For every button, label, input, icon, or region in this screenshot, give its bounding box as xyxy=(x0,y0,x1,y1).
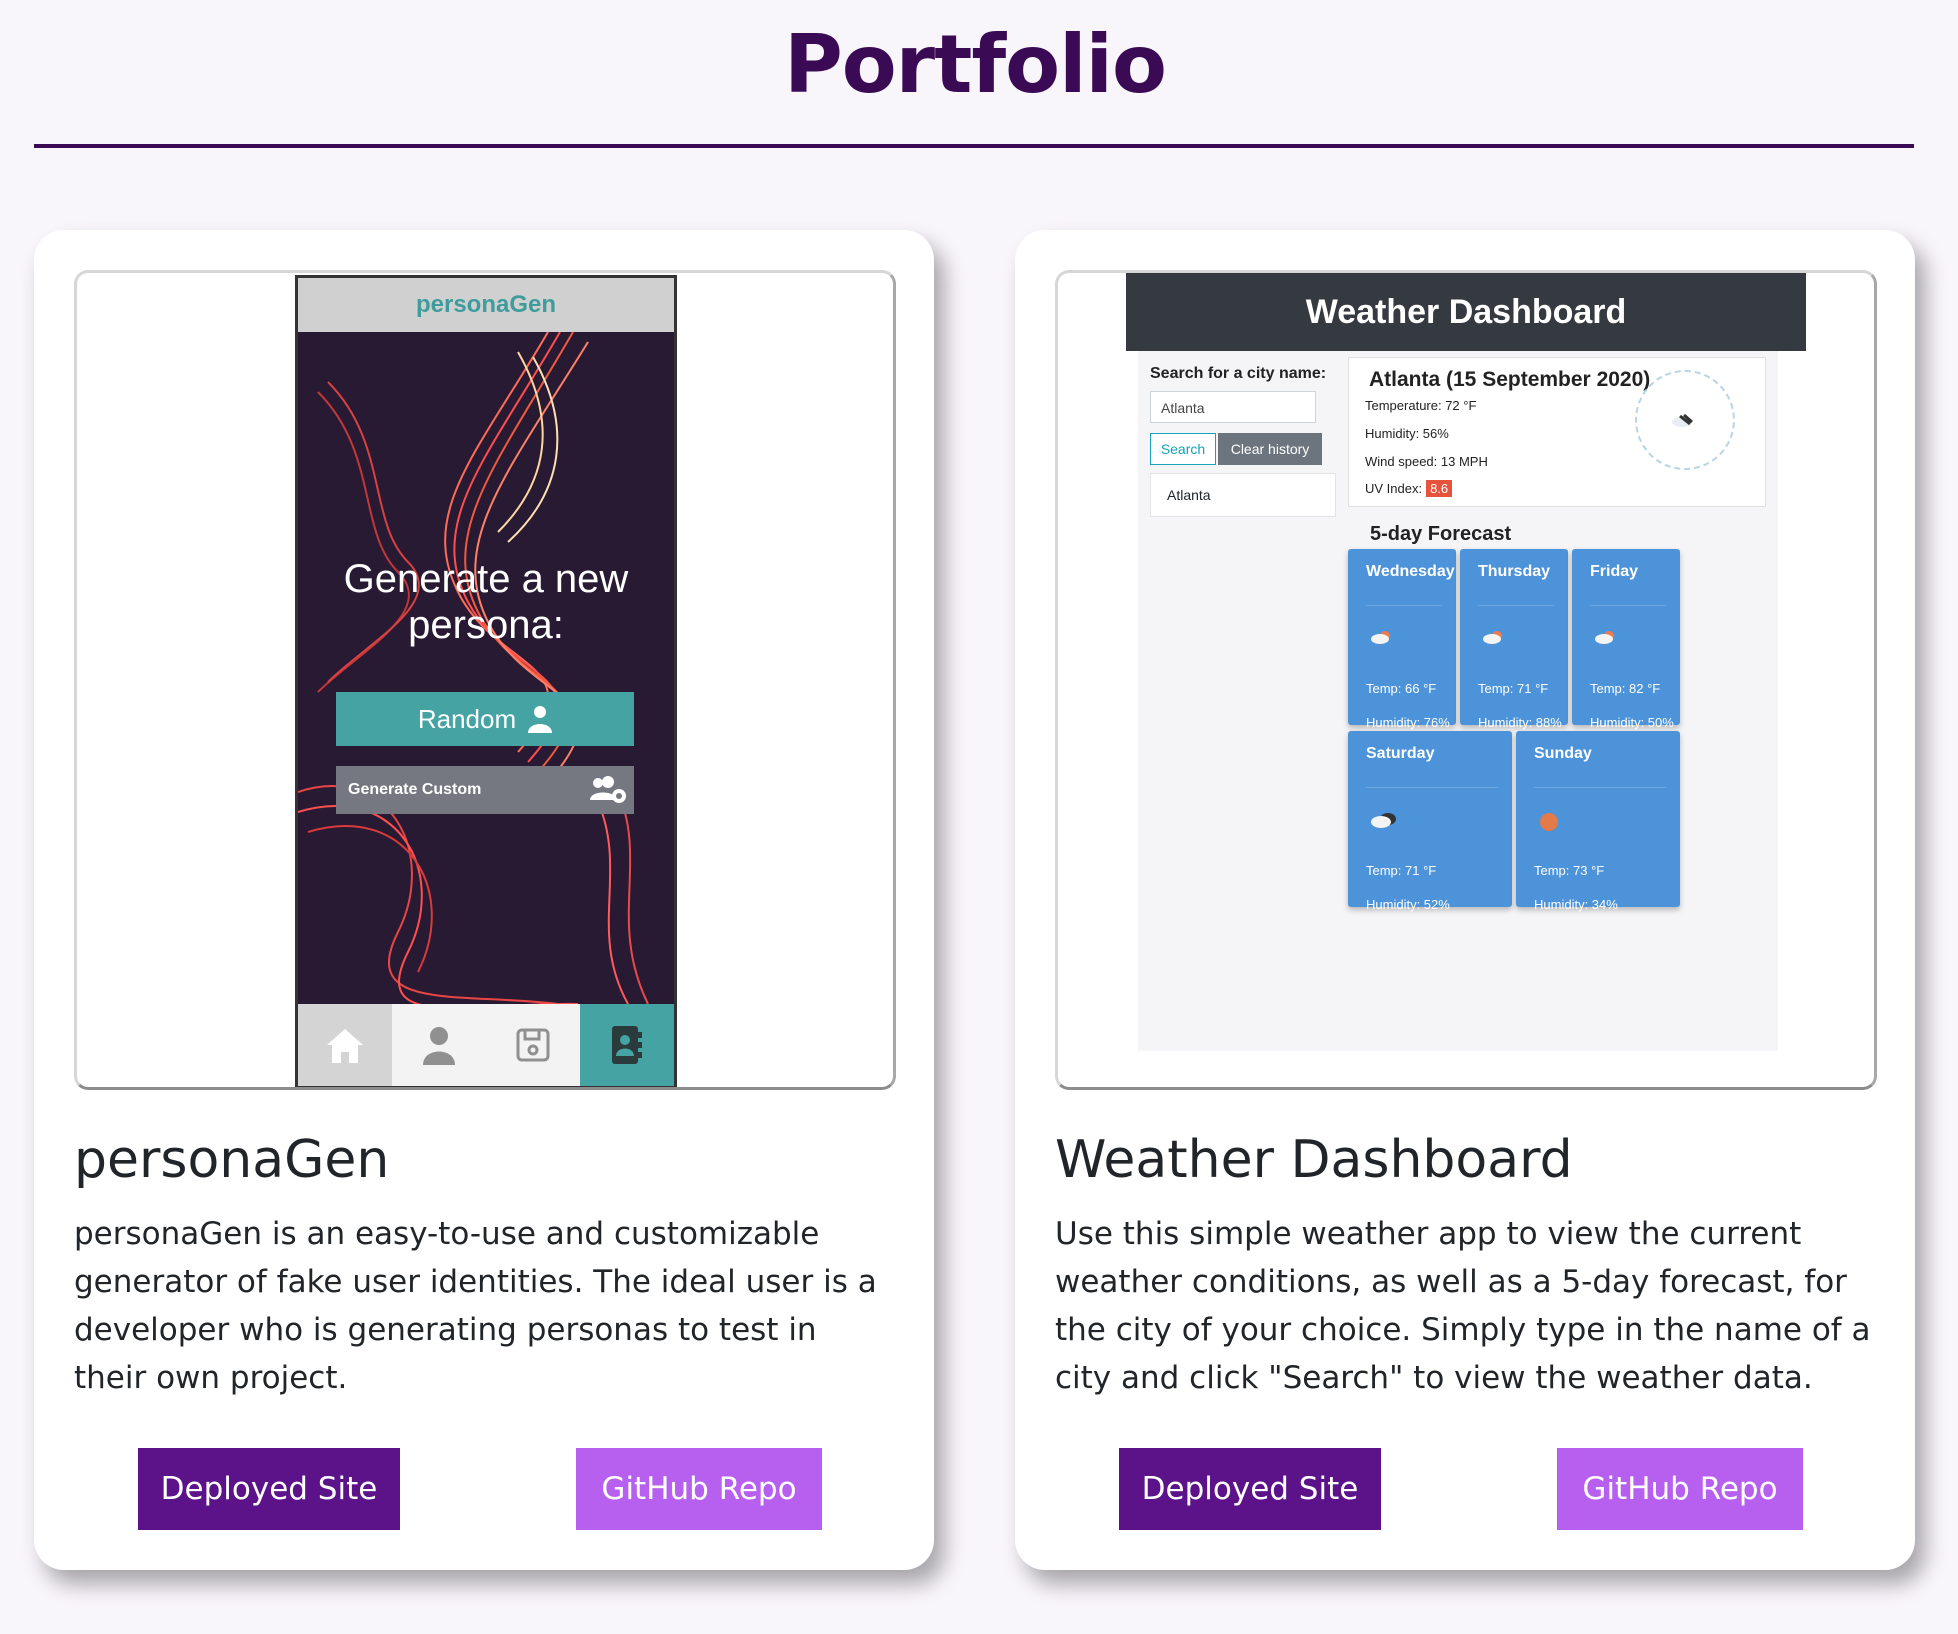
forecast-temp: Temp: 71 °F xyxy=(1366,863,1437,878)
forecast-humidity: Humidity: 50% xyxy=(1590,715,1674,730)
weather-app-body: Search for a city name: Atlanta Search C… xyxy=(1138,351,1778,1051)
forecast-humidity: Humidity: 52% xyxy=(1366,897,1450,912)
nav-profile xyxy=(392,1004,486,1086)
project-screenshot: Weather Dashboard Search for a city name… xyxy=(1055,270,1877,1090)
forecast-temp: Temp: 71 °F xyxy=(1478,681,1549,696)
forecast-day: Wednesday xyxy=(1366,563,1455,580)
forecast-card-saturday: Saturday Temp: 71 °F Humidity: 52% xyxy=(1348,731,1512,912)
forecast-divider xyxy=(1534,787,1666,788)
contact-book-icon xyxy=(612,1026,642,1064)
current-weather-icon xyxy=(1635,370,1735,470)
forecast-humidity: Humidity: 34% xyxy=(1534,897,1618,912)
phone-bottom-nav xyxy=(298,1004,674,1086)
random-persona-button: Random xyxy=(336,692,634,746)
uv-badge: 8.6 xyxy=(1426,480,1453,497)
forecast-humidity: Humidity: 76% xyxy=(1366,715,1450,730)
forecast-temp: Temp: 66 °F xyxy=(1366,681,1437,696)
nav-saved xyxy=(486,1004,580,1086)
user-icon xyxy=(528,706,553,733)
project-description: Use this simple weather app to view the … xyxy=(1055,1216,1871,1396)
project-card-persona-gen: personaGen Generate a new persona: Rando… xyxy=(34,230,934,1570)
current-wind: Wind speed: 13 MPH xyxy=(1365,454,1488,469)
forecast-temp: Temp: 73 °F xyxy=(1534,863,1605,878)
wind-icon xyxy=(1672,413,1693,427)
deployed-site-button[interactable]: Deployed Site xyxy=(138,1448,400,1530)
user-icon xyxy=(423,1027,455,1065)
phone-app-name: personaGen xyxy=(298,278,674,332)
random-label: Random xyxy=(417,703,517,734)
persona-gen-phone-screenshot: personaGen Generate a new persona: Rando… xyxy=(295,275,677,1087)
forecast-day: Saturday xyxy=(1366,745,1435,762)
current-humidity: Humidity: 56% xyxy=(1365,426,1449,441)
forecast-temp: Temp: 82 °F xyxy=(1590,681,1661,696)
persona-headline: Generate a new persona: xyxy=(343,557,629,647)
forecast-card-sunday: Sunday Temp: 73 °F Humidity: 34% xyxy=(1516,731,1680,912)
users-cog-icon xyxy=(590,776,626,803)
save-icon xyxy=(516,1028,550,1062)
history-item: Atlanta xyxy=(1150,473,1336,517)
title-divider xyxy=(34,144,1914,148)
home-icon xyxy=(327,1029,363,1063)
forecast-day: Thursday xyxy=(1478,563,1551,580)
project-description: personaGen is an easy-to-use and customi… xyxy=(74,1216,877,1396)
generate-custom-button: Generate Custom xyxy=(336,766,634,814)
forecast-card-friday: Friday Temp: 82 °F Humidity: 50% xyxy=(1572,549,1680,730)
github-repo-button[interactable]: GitHub Repo xyxy=(576,1448,822,1530)
forecast-day: Friday xyxy=(1590,563,1639,580)
forecast-divider xyxy=(1590,605,1666,606)
weather-header: Weather Dashboard xyxy=(1126,273,1806,351)
project-card-weather-dashboard: Weather Dashboard Search for a city name… xyxy=(1015,230,1915,1570)
deployed-site-button[interactable]: Deployed Site xyxy=(1119,1448,1381,1530)
project-title: Weather Dashboard xyxy=(1055,1130,1573,1190)
forecast-card-thursday: Thursday Temp: 71 °F Humidity: 88% xyxy=(1460,549,1568,730)
forecast-title: 5-day Forecast xyxy=(1370,523,1512,545)
forecast-divider xyxy=(1366,787,1498,788)
forecast-day: Sunday xyxy=(1534,745,1592,762)
forecast-humidity: Humidity: 88% xyxy=(1478,715,1562,730)
current-uv: UV Index: 8.6 xyxy=(1365,480,1453,497)
rain-sun-icon xyxy=(1483,631,1502,647)
project-screenshot: personaGen Generate a new persona: Rando… xyxy=(74,270,896,1090)
current-weather-panel: Atlanta (15 September 2020) Temperature:… xyxy=(1348,357,1766,507)
uv-label: UV Index: xyxy=(1365,481,1423,496)
forecast-card-wednesday: Wednesday Temp: 66 °F Humidity: 76% xyxy=(1348,549,1456,730)
sun-icon xyxy=(1540,813,1558,831)
page-title: Portfolio xyxy=(784,18,1167,111)
abstract-light-art xyxy=(298,332,674,1004)
project-title: personaGen xyxy=(74,1130,390,1190)
search-button: Search xyxy=(1150,433,1216,465)
cloud-icon xyxy=(1371,813,1396,828)
custom-label: Generate Custom xyxy=(348,781,482,798)
rain-sun-icon xyxy=(1595,631,1614,647)
forecast-divider xyxy=(1366,605,1442,606)
city-heading: Atlanta (15 September 2020) xyxy=(1369,368,1651,391)
clear-history-button: Clear history xyxy=(1218,433,1322,465)
forecast-divider xyxy=(1478,605,1554,606)
nav-contacts xyxy=(580,1004,674,1086)
city-search-input: Atlanta xyxy=(1150,391,1316,423)
github-repo-button[interactable]: GitHub Repo xyxy=(1557,1448,1803,1530)
nav-home xyxy=(298,1004,392,1086)
rain-sun-icon xyxy=(1371,631,1390,647)
search-label: Search for a city name: xyxy=(1150,365,1327,382)
current-temperature: Temperature: 72 °F xyxy=(1365,398,1477,413)
